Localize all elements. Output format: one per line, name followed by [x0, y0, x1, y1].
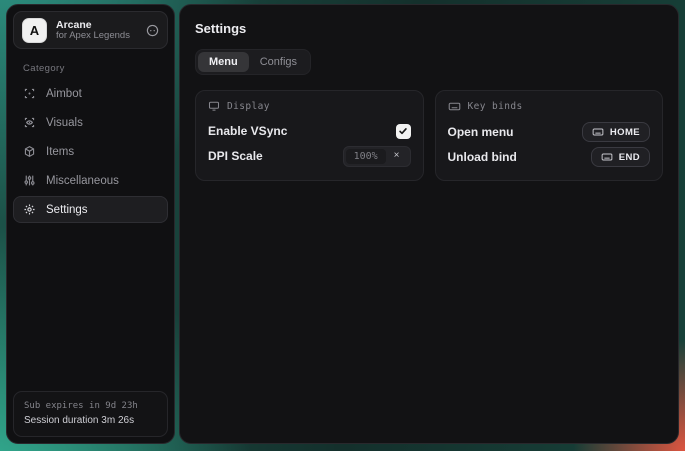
discord-icon[interactable] — [146, 24, 159, 37]
display-card: Display Enable VSync DPI Scale 100% × — [195, 90, 424, 181]
category-label: Category — [23, 63, 168, 74]
eye-scan-icon — [23, 116, 36, 129]
sidebar-item-label: Miscellaneous — [46, 175, 119, 187]
sidebar-nav: Aimbot Visuals — [13, 80, 168, 223]
app-subtitle: for Apex Legends — [56, 31, 137, 42]
unload-bind-row: Unload bind END — [448, 145, 651, 169]
sliders-icon — [23, 174, 36, 187]
dpi-row: DPI Scale 100% × — [208, 144, 411, 168]
unload-bind-label: Unload bind — [448, 150, 517, 164]
unload-key: END — [619, 152, 640, 163]
open-menu-row: Open menu HOME — [448, 120, 651, 144]
main-panel: Settings Menu Configs Display — [179, 4, 679, 444]
display-card-header: Display — [208, 100, 411, 112]
sub-expires-text: Sub expires in 9d 23h — [24, 400, 157, 414]
tab-menu[interactable]: Menu — [198, 52, 249, 72]
keyboard-icon — [601, 151, 613, 163]
sidebar-item-aimbot[interactable]: Aimbot — [13, 80, 168, 107]
vsync-checkbox[interactable] — [396, 124, 411, 139]
app-name: Arcane — [56, 19, 137, 31]
keyboard-icon — [592, 126, 604, 138]
cube-icon — [23, 145, 36, 158]
display-card-title: Display — [227, 101, 270, 112]
crosshair-icon — [23, 87, 36, 100]
keyboard-icon — [448, 100, 461, 113]
sidebar-item-visuals[interactable]: Visuals — [13, 109, 168, 136]
dpi-scale-control: 100% × — [343, 146, 411, 167]
open-menu-label: Open menu — [448, 125, 514, 139]
brand-card: A Arcane for Apex Legends — [13, 11, 168, 49]
session-card: Sub expires in 9d 23h Session duration 3… — [13, 391, 168, 438]
tab-configs[interactable]: Configs — [249, 52, 308, 72]
tab-bar: Menu Configs — [195, 49, 311, 75]
settings-cards: Display Enable VSync DPI Scale 100% × — [195, 90, 663, 181]
sidebar-item-settings[interactable]: Settings — [13, 196, 168, 223]
sidebar-item-label: Visuals — [46, 117, 83, 129]
app-window: A Arcane for Apex Legends Category — [6, 4, 679, 444]
keybinds-card-header: Key binds — [448, 100, 651, 113]
keybinds-card-title: Key binds — [468, 101, 523, 112]
sidebar-item-items[interactable]: Items — [13, 138, 168, 165]
sidebar-item-label: Settings — [46, 204, 88, 216]
dpi-label: DPI Scale — [208, 149, 263, 163]
vsync-label: Enable VSync — [208, 124, 287, 138]
monitor-icon — [208, 100, 220, 112]
open-menu-keybind-button[interactable]: HOME — [582, 122, 650, 142]
brand-text: Arcane for Apex Legends — [56, 19, 137, 42]
sidebar-item-miscellaneous[interactable]: Miscellaneous — [13, 167, 168, 194]
open-menu-key: HOME — [610, 127, 640, 138]
app-logo: A — [22, 18, 47, 43]
sidebar: A Arcane for Apex Legends Category — [6, 4, 175, 444]
vsync-row: Enable VSync — [208, 119, 411, 143]
session-duration-text: Session duration 3m 26s — [24, 413, 157, 428]
page-title: Settings — [195, 21, 663, 36]
keybinds-card: Key binds Open menu HOME — [435, 90, 664, 181]
sidebar-item-label: Items — [46, 146, 74, 158]
sidebar-item-label: Aimbot — [46, 88, 82, 100]
dpi-clear-button[interactable]: × — [386, 151, 408, 161]
unload-keybind-button[interactable]: END — [591, 147, 650, 167]
dpi-scale-input[interactable]: 100% — [346, 149, 386, 164]
gear-icon — [23, 203, 36, 216]
